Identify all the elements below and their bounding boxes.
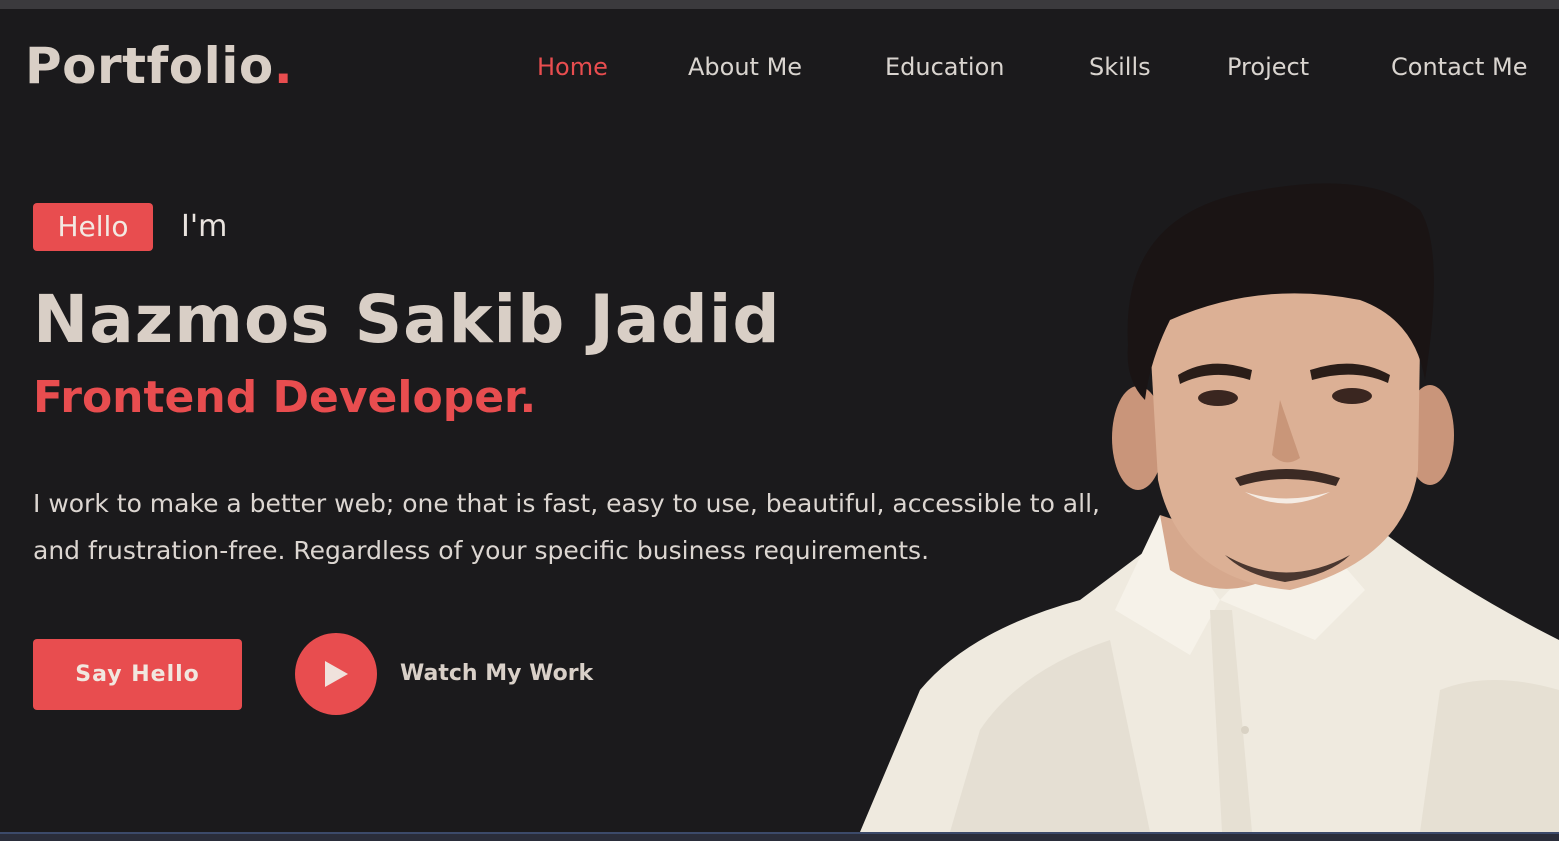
nav-home[interactable]: Home: [537, 50, 608, 84]
nav-project[interactable]: Project: [1227, 50, 1309, 84]
browser-bottom-strip: [0, 832, 1559, 841]
say-hello-button[interactable]: Say Hello: [33, 639, 242, 710]
profile-photo: [860, 183, 1559, 832]
main-nav: Home About Me Education Skills Project C…: [0, 50, 1559, 86]
bio-line-2: and frustration-free. Regardless of your…: [33, 536, 930, 565]
hero-role: Frontend Developer.: [33, 372, 537, 423]
play-button[interactable]: [295, 633, 377, 715]
browser-top-strip: [0, 0, 1559, 9]
nav-skills[interactable]: Skills: [1089, 50, 1151, 84]
nav-about-me[interactable]: About Me: [688, 50, 802, 84]
nav-contact-me[interactable]: Contact Me: [1391, 50, 1527, 84]
nav-education[interactable]: Education: [885, 50, 1004, 84]
hero-name: Nazmos Sakib Jadid: [33, 281, 781, 358]
hello-badge: Hello: [33, 203, 153, 251]
watch-my-work-link[interactable]: Watch My Work: [400, 658, 593, 690]
intro-text: I'm: [181, 209, 228, 244]
play-icon: [325, 661, 348, 687]
